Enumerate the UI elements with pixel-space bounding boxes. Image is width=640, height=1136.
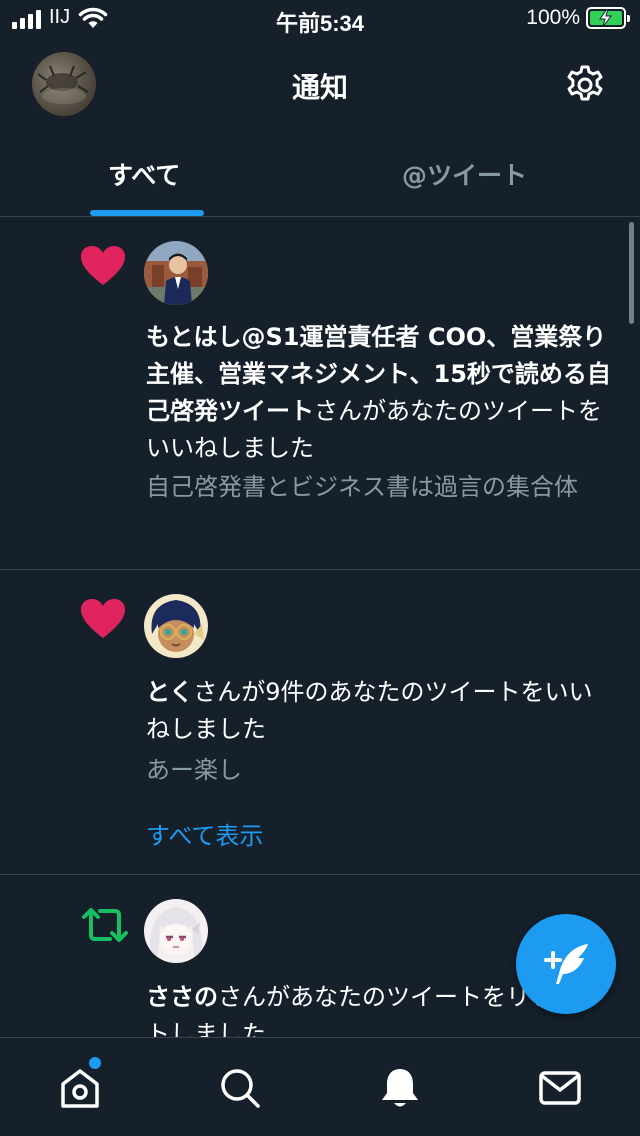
compose-tweet-button[interactable] <box>516 914 616 1014</box>
compose-tweet-icon <box>544 944 588 984</box>
mail-icon[interactable] <box>538 1066 582 1110</box>
status-right: 100% <box>526 6 630 30</box>
tweet-preview: あー楽し <box>146 756 242 784</box>
bell-icon[interactable] <box>378 1066 422 1110</box>
battery-percent: 100% <box>526 6 580 29</box>
heart-icon <box>81 599 125 638</box>
notification-text: とくさんが9件のあなたのツイートをいいねしました <box>146 674 616 748</box>
bottom-tab-bar <box>0 1037 640 1136</box>
notification-action: さんが9件のあなたのツイートをいいねしました <box>146 678 593 743</box>
tweet-preview: 自己啓発書とビジネス書は過言の集合体 <box>146 473 578 501</box>
heart-icon <box>81 246 125 285</box>
gear-icon[interactable] <box>564 64 606 106</box>
home-notification-badge <box>89 1057 101 1069</box>
header: 通知 <box>0 40 640 130</box>
notification-item[interactable]: とくさんが9件のあなたのツイートをいいねしました あー楽し すべて表示 <box>0 570 640 875</box>
avatar[interactable] <box>144 594 208 658</box>
status-bar: IIJ 午前5:34 100% <box>0 0 640 40</box>
scrollbar[interactable] <box>629 222 634 324</box>
tab-all[interactable]: すべて <box>108 156 180 192</box>
avatar[interactable] <box>144 899 208 963</box>
notification-user[interactable]: ささの <box>146 983 218 1011</box>
notification-user[interactable]: とく <box>146 678 193 706</box>
avatar[interactable] <box>144 241 208 305</box>
notifications-screen: IIJ 午前5:34 100% 通知 すべて @ツイート もとはし@S1運営責任… <box>0 0 640 1136</box>
page-title: 通知 <box>291 71 348 104</box>
notification-text: もとはし@S1運営責任者 COO、営業祭り主催、営業マネジメント、15秒で読める… <box>146 319 616 467</box>
notification-tabs: すべて @ツイート <box>0 130 640 217</box>
notification-list: もとはし@S1運営責任者 COO、営業祭り主催、営業マネジメント、15秒で読める… <box>0 217 640 1037</box>
retweet-icon <box>82 908 128 942</box>
notification-item[interactable]: もとはし@S1運営責任者 COO、営業祭り主催、営業マネジメント、15秒で読める… <box>0 217 640 570</box>
home-icon[interactable] <box>58 1066 102 1110</box>
search-icon[interactable] <box>218 1066 262 1110</box>
active-tab-indicator <box>90 210 204 216</box>
tab-mentions[interactable]: @ツイート <box>402 156 527 192</box>
battery-charging-icon <box>586 7 630 29</box>
show-all-link[interactable]: すべて表示 <box>146 816 263 851</box>
